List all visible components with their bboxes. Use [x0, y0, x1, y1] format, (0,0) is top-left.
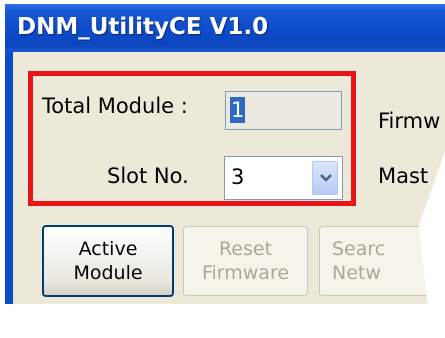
active-module-button[interactable]: Active Module: [42, 225, 174, 297]
title-bar: DNM_UtilityCE V1.0: [5, 4, 445, 52]
master-label: Mast: [378, 164, 429, 188]
active-module-line-2: Module: [73, 262, 143, 284]
search-network-line-2: Netw: [332, 262, 381, 284]
firmware-label: Firmw: [378, 109, 441, 133]
search-network-button[interactable]: Searc Netw: [319, 226, 429, 296]
window-title: DNM_UtilityCE V1.0: [17, 14, 269, 40]
search-network-line-1: Searc: [332, 238, 386, 260]
reset-firmware-line-2: Firmware: [201, 262, 290, 284]
highlight-box: [28, 71, 356, 206]
active-module-line-1: Active: [78, 238, 138, 260]
reset-firmware-button[interactable]: Reset Firmware: [183, 226, 308, 296]
window-frame-left: [5, 52, 13, 304]
app-window: DNM_UtilityCE V1.0 Total Module : 1 Slot…: [5, 4, 445, 304]
reset-firmware-line-1: Reset: [218, 238, 273, 260]
